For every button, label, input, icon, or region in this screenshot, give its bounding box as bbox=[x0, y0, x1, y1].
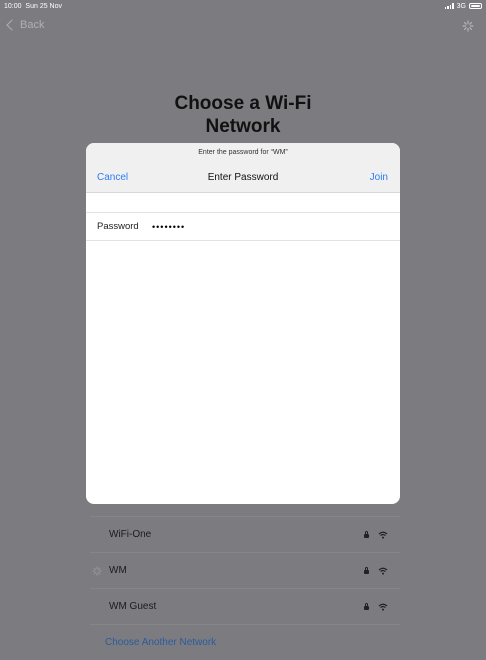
status-time: 10:00 bbox=[4, 2, 22, 10]
dialog-spacer bbox=[86, 193, 400, 213]
status-date: Sun 25 Nov bbox=[25, 2, 63, 10]
battery-icon bbox=[469, 3, 482, 9]
password-dialog: Enter the password for “WM” Cancel Enter… bbox=[86, 143, 400, 504]
network-row-wm[interactable]: WM bbox=[90, 552, 400, 588]
password-field[interactable]: Password •••••••• bbox=[86, 213, 400, 241]
chevron-left-icon bbox=[6, 19, 18, 31]
network-row-wifi-one[interactable]: WiFi-One bbox=[90, 516, 400, 552]
connecting-spinner-icon bbox=[92, 565, 102, 576]
network-type: 3G bbox=[456, 2, 466, 10]
page-title-line2: Network bbox=[205, 116, 281, 137]
page-title-line1: Choose a Wi-Fi bbox=[174, 93, 312, 114]
dialog-prompt: Enter the password for “WM” bbox=[198, 149, 288, 156]
password-label: Password bbox=[97, 221, 139, 232]
wifi-icon bbox=[378, 567, 388, 575]
status-right: 3G bbox=[444, 2, 482, 10]
dialog-header: Enter the password for “WM” Cancel Enter… bbox=[86, 143, 400, 193]
lock-icon bbox=[364, 567, 369, 574]
dialog-title: Enter Password bbox=[207, 172, 279, 183]
wifi-icon bbox=[378, 603, 388, 611]
wifi-icon bbox=[378, 531, 388, 539]
network-name: WiFi-One bbox=[109, 529, 152, 540]
status-left: 10:00 Sun 25 Nov bbox=[4, 3, 62, 10]
status-bar: 10:00 Sun 25 Nov 3G bbox=[0, 0, 486, 12]
back-button[interactable]: Back bbox=[6, 19, 45, 31]
activity-spinner-icon bbox=[462, 20, 474, 32]
network-name: WM bbox=[109, 565, 127, 576]
lock-icon bbox=[364, 603, 369, 610]
network-name: WM Guest bbox=[109, 601, 157, 612]
network-list: WiFi-One WM WM Guest Choose Another Netw… bbox=[90, 516, 400, 660]
join-button[interactable]: Join bbox=[370, 172, 388, 183]
lock-icon bbox=[364, 531, 369, 538]
back-label: Back bbox=[20, 19, 45, 31]
password-input[interactable]: •••••••• bbox=[152, 222, 185, 232]
choose-another-network-link[interactable]: Choose Another Network bbox=[90, 624, 400, 660]
network-row-wm-guest[interactable]: WM Guest bbox=[90, 588, 400, 624]
signal-icon bbox=[444, 3, 454, 9]
page-title: Choose a Wi-Fi Network bbox=[0, 92, 486, 138]
